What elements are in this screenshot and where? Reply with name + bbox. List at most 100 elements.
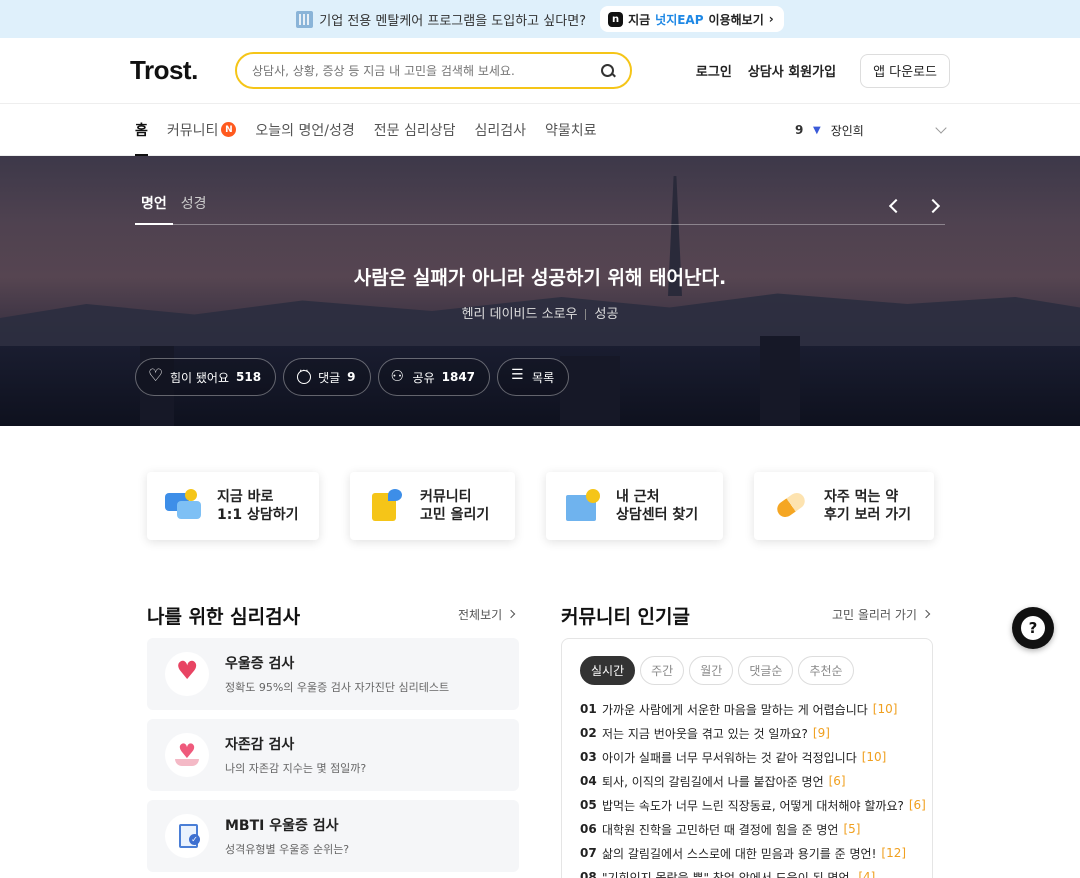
tab-quotes[interactable]: 오늘의 명언/성경 (255, 104, 354, 156)
search-bar[interactable] (235, 52, 632, 89)
test-desc: 정확도 95%의 우울증 검사 자가진단 심리테스트 (225, 681, 450, 694)
quote-author: 헨리 데이비드 소로우 (461, 307, 578, 322)
trost-logo[interactable]: Trost. (130, 55, 235, 86)
map-icon (564, 489, 600, 523)
test-card-depression[interactable]: 우울증 검사 정확도 95%의 우울증 검사 자가진단 심리테스트 (147, 638, 519, 710)
like-label: 힘이 됐어요 (170, 370, 230, 385)
tab-psych-test[interactable]: 심리검사 (474, 104, 526, 156)
quick-link-medication-reviews[interactable]: 자주 먹는 약 후기 보러 가기 (754, 472, 934, 540)
login-link[interactable]: 로그인 (696, 61, 732, 80)
post-title: 퇴사, 이직의 갈림길에서 나를 붙잡아준 명언 (602, 774, 824, 789)
trending-rank: 9 (795, 123, 804, 137)
tab-label: 심리검사 (474, 122, 527, 139)
psych-test-list: 우울증 검사 정확도 95%의 우울증 검사 자가진단 심리테스트 자존감 검사… (147, 638, 519, 878)
chevron-right-icon: › (768, 12, 774, 26)
list-item[interactable]: 08 "기회인지 몰랐을 뿐" 창업 앞에서 도움이 된 명언. [4] (580, 865, 932, 878)
heart-hands-icon (165, 733, 209, 777)
post-title: 아이가 실패를 너무 무서워하는 것 같아 걱정입니다 (602, 750, 857, 765)
help-chat-button[interactable]: ? (1012, 607, 1054, 649)
list-item[interactable]: 01 가까운 사람에게 서운한 마음을 말하는 게 어렵습니다 [10] (580, 697, 932, 721)
building-icon (296, 10, 314, 28)
filter-monthly[interactable]: 월간 (689, 656, 734, 685)
post-rank: 02 (580, 726, 597, 740)
tab-label: 홈 (135, 122, 148, 139)
pill-icon (772, 489, 808, 523)
chevron-down-icon[interactable] (935, 122, 947, 134)
post-rank: 04 (580, 774, 597, 788)
tab-medication[interactable]: 약물치료 (545, 104, 597, 156)
list-item[interactable]: 04 퇴사, 이직의 갈림길에서 나를 붙잡아준 명언 [6] (580, 769, 932, 793)
promo-banner[interactable]: 기업 전용 멘탈케어 프로그램을 도입하고 싶다면? n 지금 넛지EAP 이용… (0, 0, 1080, 38)
promo-text: 기업 전용 멘탈케어 프로그램을 도입하고 싶다면? (319, 13, 587, 29)
tab-community[interactable]: 커뮤니티 N (167, 104, 237, 156)
tab-counseling[interactable]: 전문 심리상담 (374, 104, 456, 156)
quote-tag: 성공 (594, 307, 619, 322)
header-actions: 로그인 상담사 회원가입 앱 다운로드 (696, 53, 950, 88)
quick-link-line1: 내 근처 (616, 489, 660, 505)
app-download-button[interactable]: 앱 다운로드 (860, 53, 950, 88)
quick-link-line2: 고민 올리기 (420, 507, 490, 523)
comment-count: [5] (843, 822, 861, 836)
main-nav: 홈 커뮤니티 N 오늘의 명언/성경 전문 심리상담 심리검사 약물치료 9 ▼ … (0, 104, 1080, 156)
filter-weekly[interactable]: 주간 (640, 656, 685, 685)
list-item[interactable]: 05 밥먹는 속도가 너무 느린 직장동료, 어떻게 대처해야 할까요? [6] (580, 793, 932, 817)
post-concern-link[interactable]: 고민 올리러 가기 (832, 606, 929, 623)
new-badge: N (221, 122, 237, 137)
nudge-logo-icon: n (608, 11, 624, 27)
search-icon[interactable] (600, 63, 616, 79)
rank-down-icon: ▼ (813, 124, 821, 136)
list-icon (511, 367, 525, 384)
promo-cta-button[interactable]: n 지금 넛지EAP 이용해보기 › (600, 6, 784, 32)
like-button[interactable]: 힘이 됐어요 518 (135, 358, 277, 396)
quick-link-center-finder[interactable]: 내 근처상담센터 찾기 (546, 472, 723, 540)
quick-link-line1: 자주 먹는 약 (824, 489, 899, 505)
test-card-text: 우울증 검사 정확도 95%의 우울증 검사 자가진단 심리테스트 (225, 653, 449, 695)
comment-count: [6] (908, 798, 926, 812)
list-item[interactable]: 07 삶의 갈림길에서 스스로에 대한 믿음과 용기를 준 명언! [12] (580, 841, 932, 865)
counselor-signup-link[interactable]: 상담사 회원가입 (748, 61, 836, 80)
search-input[interactable] (252, 63, 600, 78)
divider (585, 309, 587, 320)
test-card-text: 자존감 검사 나의 자존감 지수는 몇 점일까? (225, 734, 366, 776)
tab-label: 오늘의 명언/성경 (255, 122, 355, 139)
comment-count: [9] (812, 726, 830, 740)
post-filter-tabs: 실시간 주간 월간 댓글순 추천순 (580, 656, 932, 685)
list-item[interactable]: 02 저는 지금 번아웃을 겪고 있는 것 일까요? [9] (580, 721, 932, 745)
promo-cta-suffix: 이용해보기 (708, 12, 764, 27)
list-item[interactable]: 06 대학원 진학을 고민하던 때 결정에 힘을 준 명언 [5] (580, 817, 932, 841)
post-title: "기회인지 몰랐을 뿐" 창업 앞에서 도움이 된 명언. (602, 870, 854, 878)
tab-label: 약물치료 (545, 122, 597, 139)
test-card-self-esteem[interactable]: 자존감 검사 나의 자존감 지수는 몇 점일까? (147, 719, 519, 791)
share-button[interactable]: 공유 1847 (377, 358, 491, 396)
test-desc: 나의 자존감 지수는 몇 점일까? (225, 762, 367, 775)
quick-link-line2: 상담센터 찾기 (616, 507, 699, 523)
clipboard-check-icon (165, 814, 209, 858)
tests-section-title: 나를 위한 심리검사 (147, 606, 301, 628)
test-card-text: MBTI 우울증 검사 성격유형별 우울증 순위는? (225, 815, 349, 857)
comment-icon (297, 366, 312, 384)
post-rank: 03 (580, 750, 597, 764)
filter-realtime[interactable]: 실시간 (580, 656, 636, 685)
like-count: 518 (236, 370, 262, 384)
quick-link-community[interactable]: 커뮤니티 고민 올리기 (350, 472, 515, 540)
tab-label: 커뮤니티 (166, 122, 219, 139)
tab-home[interactable]: 홈 (135, 104, 148, 156)
share-count: 1847 (441, 370, 476, 384)
notepad-icon (368, 489, 404, 523)
test-card-mbti-depression[interactable]: MBTI 우울증 검사 성격유형별 우울증 순위는? (147, 800, 519, 872)
quick-link-counseling[interactable]: 지금 바로 1:1 상담하기 (147, 472, 319, 540)
comment-button[interactable]: 댓글 9 (283, 358, 371, 396)
filter-recommended[interactable]: 추천순 (798, 656, 854, 685)
view-all-tests-link[interactable]: 전체보기 (458, 606, 514, 623)
quote-text: 사람은 실패가 아니라 성공하기 위해 태어난다. (353, 267, 727, 289)
building-silhouette (760, 336, 800, 426)
promo-message: 기업 전용 멘탈케어 프로그램을 도입하고 싶다면? (296, 10, 586, 29)
tab-quote[interactable]: 명언 (135, 183, 173, 225)
filter-comments[interactable]: 댓글순 (738, 656, 794, 685)
comment-count: [10] (872, 702, 898, 716)
trending-keyword-ticker[interactable]: 9 ▼ 장인희 (795, 104, 947, 156)
list-item[interactable]: 03 아이가 실패를 너무 무서워하는 것 같아 걱정입니다 [10] (580, 745, 932, 769)
list-button[interactable]: 목록 (497, 358, 570, 396)
tab-bible[interactable]: 성경 (175, 183, 213, 224)
test-title: 자존감 검사 (225, 737, 295, 753)
